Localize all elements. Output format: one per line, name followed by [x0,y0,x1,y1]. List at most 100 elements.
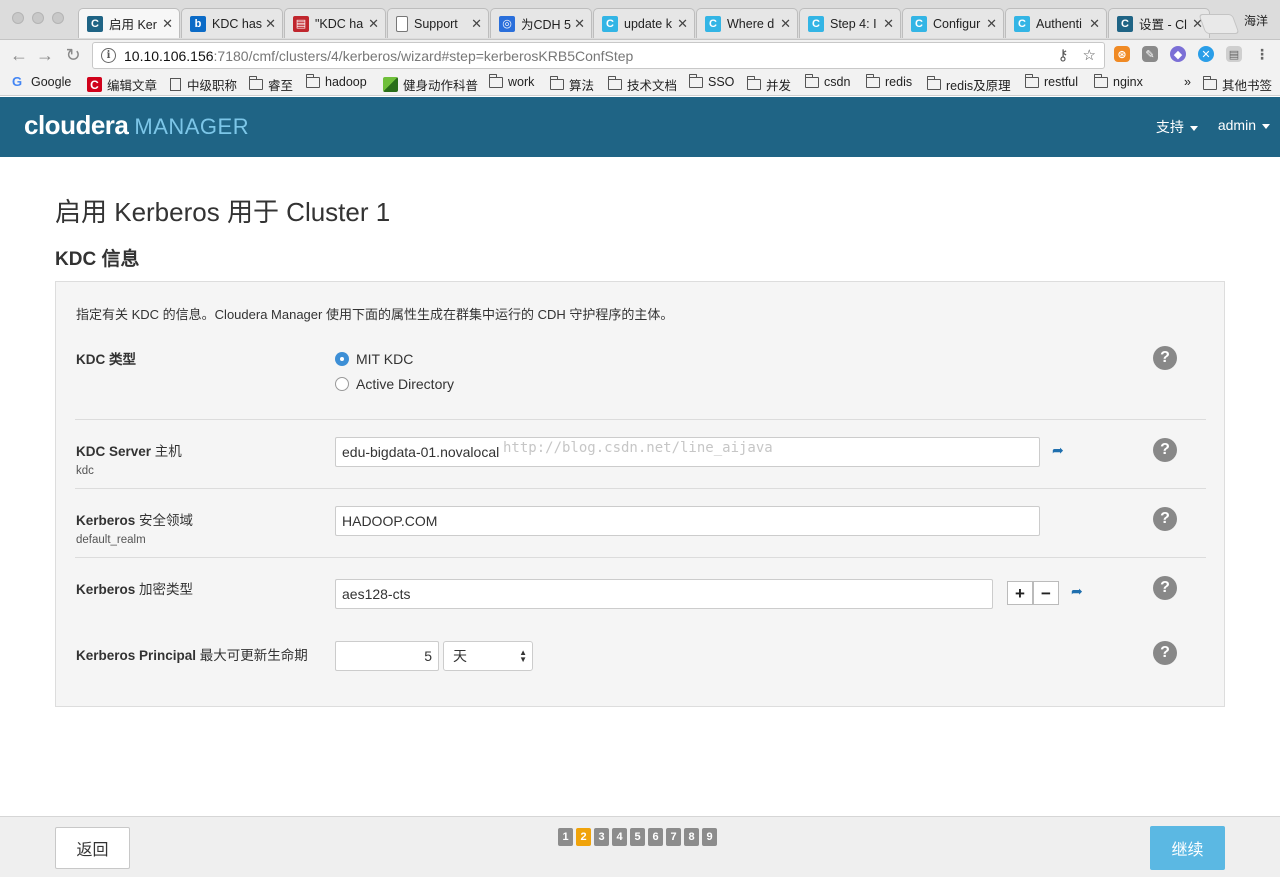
browser-tab[interactable]: Cupdate k ✕ [593,8,695,38]
tab-close-icon[interactable]: ✕ [574,16,585,32]
tab-close-icon[interactable]: ✕ [780,16,791,32]
bookmark-other[interactable]: 其他书签 [1203,75,1272,94]
wizard-step[interactable]: 2 [576,828,591,846]
browser-tab[interactable]: ▤ "KDC ha ✕ [284,8,386,38]
fitness-site-icon [383,77,398,92]
wizard-step[interactable]: 5 [630,828,645,846]
bookmark-folder-csdn[interactable]: csdn [805,73,850,89]
bookmark-folder-redis-principle[interactable]: redis及原理 [927,75,1011,94]
browser-tab[interactable]: Support ✕ [387,8,489,38]
bookmark-folder-redis[interactable]: redis [866,73,912,89]
bookmark-edit-article[interactable]: C 编辑文章 [87,75,157,94]
browser-profile[interactable]: 海洋 [1244,12,1268,29]
tab-favicon-icon [396,15,408,32]
tab-title: Authenti [1036,16,1082,31]
help-icon[interactable]: ? [1153,507,1177,531]
support-menu[interactable]: 支持 [1156,117,1198,137]
key-icon[interactable]: ⚷ [1058,46,1069,64]
radio-active-directory[interactable]: Active Directory [335,376,454,392]
encryption-type-input[interactable]: aes128-cts [335,579,993,609]
back-arrow-icon[interactable]: ← [8,44,30,66]
realm-key: default_realm [76,534,146,546]
wizard-step[interactable]: 6 [648,828,663,846]
user-menu[interactable]: admin [1218,117,1270,137]
help-icon[interactable]: ? [1153,641,1177,665]
reload-icon[interactable]: ↻ [62,44,84,66]
bookmark-folder[interactable]: 并发 [747,75,791,94]
tab-close-icon[interactable]: ✕ [1089,16,1100,32]
bookmark-title[interactable]: 中级职称 [170,75,237,94]
lifetime-value-input[interactable]: 5 [335,641,439,671]
realm-input[interactable]: HADOOP.COM [335,506,1040,536]
bookmark-fitness[interactable]: 健身动作科普 [383,75,478,94]
wizard-step[interactable]: 4 [612,828,627,846]
evernote-extension-icon[interactable]: ✎ [1142,46,1158,62]
browser-tab[interactable]: b KDC has ✕ [181,8,283,38]
tab-title: KDC has [212,16,263,31]
bookmark-folder[interactable]: 算法 [550,75,594,94]
folder-icon [805,73,819,88]
watermark-text: http://blog.csdn.net/line_aijava [503,440,773,456]
cloudera-manager-logo[interactable]: cloudera MANAGER [24,110,249,141]
help-icon[interactable]: ? [1153,438,1177,462]
bookmark-folder-sso[interactable]: SSO [689,73,734,89]
url-host: 10.10.106.156 [124,47,214,64]
forward-arrow-icon[interactable]: → [34,44,56,66]
bookmark-folder-restful[interactable]: restful [1025,73,1078,89]
browser-menu-icon[interactable]: ⋮ [1254,46,1270,62]
bookmarks-overflow-chevron[interactable]: » [1184,75,1191,89]
browser-tab[interactable]: C 设置 - Cl ✕ [1108,8,1210,38]
bookmark-folder-nginx[interactable]: nginx [1094,73,1143,89]
tab-close-icon[interactable]: ✕ [883,16,894,32]
tab-close-icon[interactable]: ✕ [471,16,482,32]
add-value-button[interactable]: + [1007,581,1033,605]
folder-icon [866,73,880,88]
caret-down-icon [1189,125,1198,131]
bookmark-folder[interactable]: 技术文档 [608,75,677,94]
extension-icon-3[interactable]: ◆ [1170,46,1186,62]
radio-mit-kdc[interactable]: MIT KDC [335,351,413,367]
wizard-step[interactable]: 3 [594,828,609,846]
new-tab-button[interactable] [1198,14,1240,34]
tab-close-icon[interactable]: ✕ [986,16,997,32]
tab-title: Step 4: I [830,16,877,31]
browser-tab[interactable]: C Where d ✕ [696,8,798,38]
tab-close-icon[interactable]: ✕ [162,16,173,32]
revert-arrow-icon[interactable]: ➦ [1052,442,1064,459]
bookmark-google[interactable]: G Google [12,75,71,90]
site-info-icon[interactable]: i [101,48,116,63]
tab-close-icon[interactable]: ✕ [265,16,276,32]
address-bar[interactable]: i 10.10.106.156:7180/cmf/clusters/4/kerb… [92,42,1105,69]
tab-close-icon[interactable]: ✕ [677,16,688,32]
tab-title: Support [414,16,458,31]
extension-icon-4[interactable]: ✕ [1198,46,1214,62]
encryption-type-label: Kerberos 加密类型 [76,582,194,597]
browser-tab[interactable]: C 启用 Ker ✕ [78,8,180,38]
browser-tab[interactable]: C Authenti ✕ [1005,8,1107,38]
browser-tab[interactable]: C Step 4: I ✕ [799,8,901,38]
bookmark-star-icon[interactable]: ☆ [1083,46,1096,64]
lifetime-unit-select[interactable]: 天 ▲ ▼ [443,641,533,671]
wizard-step[interactable]: 9 [702,828,717,846]
back-button[interactable]: 返回 [55,827,130,869]
wizard-step[interactable]: 7 [666,828,681,846]
continue-button[interactable]: 继续 [1150,826,1225,870]
extension-icon-5[interactable]: ▤ [1226,46,1242,62]
bookmark-folder-hadoop[interactable]: hadoop [306,73,367,89]
browser-tab[interactable]: ◎ 为CDH 5 ✕ [490,8,592,38]
remove-value-button[interactable]: − [1033,581,1059,605]
browser-tab[interactable]: C Configur ✕ [902,8,1004,38]
zoom-window-button[interactable] [52,12,64,24]
help-icon[interactable]: ? [1153,576,1177,600]
wizard-step[interactable]: 1 [558,828,573,846]
help-icon[interactable]: ? [1153,346,1177,370]
revert-arrow-icon[interactable]: ➦ [1071,583,1083,600]
wizard-step[interactable]: 8 [684,828,699,846]
minimize-window-button[interactable] [32,12,44,24]
extension-icon-1[interactable]: ⊛ [1114,46,1130,62]
folder-icon [747,76,761,90]
bookmark-folder[interactable]: 睿至 [249,75,293,94]
tab-close-icon[interactable]: ✕ [368,16,379,32]
close-window-button[interactable] [12,12,24,24]
bookmark-folder-work[interactable]: work [489,73,534,89]
